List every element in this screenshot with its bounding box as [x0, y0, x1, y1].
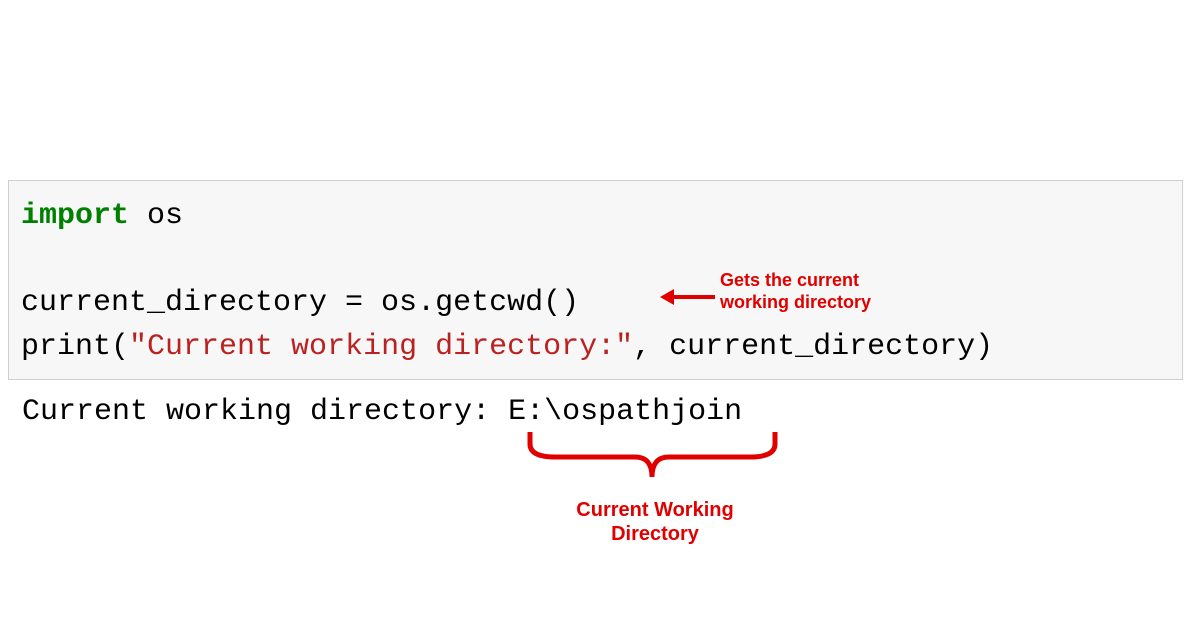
arrow-shaft	[670, 295, 715, 299]
annotation-cwd-line1: Current Working	[535, 498, 775, 522]
code-line-3: print("Current working directory:", curr…	[21, 326, 1170, 370]
code-block: import os current_directory = os.getcwd(…	[8, 180, 1183, 380]
annotation-cwd: Current Working Directory	[535, 498, 775, 546]
code-line-1: import os	[21, 195, 1170, 239]
arrow-head-icon	[660, 289, 674, 305]
code-line-2: current_directory = os.getcwd()	[21, 282, 1170, 326]
assignment-getcwd: current_directory = os.getcwd()	[21, 286, 579, 320]
curly-brace-icon	[525, 432, 780, 487]
print-args-close: , current_directory)	[633, 330, 993, 364]
annotation-getcwd-line2: working directory	[720, 292, 871, 314]
arrow-left-icon	[660, 292, 715, 302]
print-open: print(	[21, 330, 129, 364]
blank-line	[21, 239, 1170, 283]
annotation-getcwd-line1: Gets the current	[720, 270, 871, 292]
output-line: Current working directory: E:\ospathjoin	[22, 395, 742, 429]
string-literal: "Current working directory:"	[129, 330, 633, 364]
annotation-cwd-line2: Directory	[535, 522, 775, 546]
keyword-import: import	[21, 199, 129, 233]
annotation-getcwd: Gets the current working directory	[720, 270, 871, 313]
module-os: os	[129, 199, 183, 233]
